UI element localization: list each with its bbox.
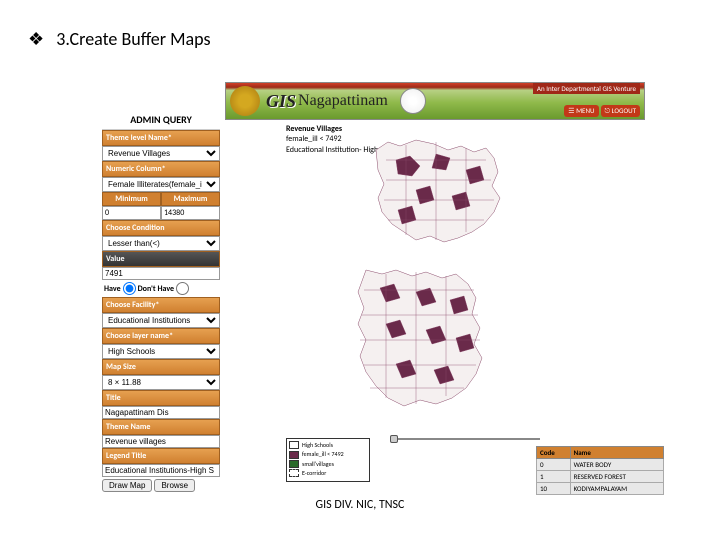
theme-layer-select[interactable]: Revenue Villages bbox=[102, 146, 220, 161]
theme-layer-label: Theme level Name* bbox=[102, 130, 220, 146]
value-label: Value bbox=[102, 251, 220, 267]
gis-logo-text: GIS bbox=[266, 91, 296, 112]
cell-name: KODIYAMPALAYAM bbox=[570, 483, 663, 495]
legend-row: small'villages bbox=[289, 460, 367, 468]
facility-label: Choose Facility* bbox=[102, 297, 220, 313]
banner-tagline: An Inter Departmental GIS Venture bbox=[533, 83, 640, 94]
table-row[interactable]: 10 KODIYAMPALAYAM bbox=[537, 483, 664, 495]
dont-have-label: Don't Have bbox=[138, 284, 174, 294]
legend-title-label: Legend Title bbox=[102, 448, 220, 464]
map-legend: High Schools female_ill < 7492 small'vil… bbox=[286, 438, 370, 482]
theme-name-input[interactable] bbox=[102, 435, 220, 448]
panel-title: ADMIN QUERY bbox=[102, 110, 220, 130]
value-input[interactable] bbox=[102, 267, 220, 280]
map-size-label: Map Size bbox=[102, 359, 220, 375]
legend-label: female_ill < 7492 bbox=[302, 450, 344, 458]
cell-code: 10 bbox=[537, 483, 571, 495]
page-footer: GIS DIV. NIC, TNSC bbox=[0, 498, 720, 512]
dont-have-radio[interactable] bbox=[176, 282, 189, 295]
legend-title-input[interactable] bbox=[102, 464, 220, 477]
district-map-svg bbox=[286, 120, 526, 430]
map-canvas[interactable] bbox=[286, 120, 526, 430]
numeric-column-label: Numeric Column* bbox=[102, 161, 220, 177]
info-table: Code Name 0 WATER BODY 1 RESERVED FOREST… bbox=[536, 446, 664, 495]
slide-heading: ❖ 3.Create Buffer Maps bbox=[28, 28, 210, 50]
theme-name-label: Theme Name bbox=[102, 419, 220, 435]
draw-map-button[interactable]: Draw Map bbox=[102, 479, 152, 492]
admin-query-panel: ADMIN QUERY Theme level Name* Revenue Vi… bbox=[102, 110, 220, 494]
have-radio-row: Have Don't Have bbox=[102, 280, 220, 297]
maximum-label: Maximum bbox=[161, 192, 220, 206]
emblem-left-icon bbox=[230, 86, 260, 116]
table-row[interactable]: 0 WATER BODY bbox=[537, 459, 664, 471]
map-slider[interactable] bbox=[390, 434, 540, 444]
layer-select[interactable]: High Schools bbox=[102, 344, 220, 359]
heading-text: 3.Create Buffer Maps bbox=[56, 28, 210, 50]
place-name: Nagapattinam bbox=[298, 92, 388, 110]
cell-code: 0 bbox=[537, 459, 571, 471]
have-radio[interactable] bbox=[123, 282, 136, 295]
table-header-name: Name bbox=[570, 447, 663, 459]
legend-row: female_ill < 7492 bbox=[289, 450, 367, 458]
app-banner: GIS Nagapattinam An Inter Departmental G… bbox=[225, 82, 645, 120]
numeric-column-select[interactable]: Female Illiterates(female_ill) bbox=[102, 177, 220, 192]
table-row[interactable]: 1 RESERVED FOREST bbox=[537, 471, 664, 483]
map-size-select[interactable]: 8 × 11.88 bbox=[102, 375, 220, 390]
title-input[interactable] bbox=[102, 406, 220, 419]
bullet-icon: ❖ bbox=[28, 28, 44, 50]
maximum-value: 14380 bbox=[161, 206, 220, 220]
slider-thumb-icon[interactable] bbox=[390, 435, 398, 443]
cell-code: 1 bbox=[537, 471, 571, 483]
browse-button[interactable]: Browse bbox=[154, 479, 195, 492]
legend-row: High Schools bbox=[289, 441, 367, 449]
minimum-label: Minimum bbox=[102, 192, 161, 206]
cell-name: WATER BODY bbox=[570, 459, 663, 471]
logout-button[interactable]: ⎋ LOGOUT bbox=[601, 105, 641, 117]
minimum-value: 0 bbox=[102, 206, 161, 220]
have-label: Have bbox=[104, 284, 121, 294]
table-header-code: Code bbox=[537, 447, 571, 459]
facility-select[interactable]: Educational Institutions bbox=[102, 313, 220, 328]
legend-label: High Schools bbox=[302, 441, 333, 449]
emblem-right-icon bbox=[400, 88, 426, 114]
legend-row: E-corridor bbox=[289, 469, 367, 477]
legend-label: E-corridor bbox=[302, 469, 326, 477]
menu-button[interactable]: ☰ MENU bbox=[564, 105, 598, 117]
legend-label: small'villages bbox=[302, 460, 334, 468]
condition-select[interactable]: Lesser than(<) bbox=[102, 236, 220, 251]
layer-label: Choose layer name* bbox=[102, 328, 220, 344]
title-label: Title bbox=[102, 390, 220, 406]
condition-label: Choose Condition bbox=[102, 220, 220, 236]
cell-name: RESERVED FOREST bbox=[570, 471, 663, 483]
